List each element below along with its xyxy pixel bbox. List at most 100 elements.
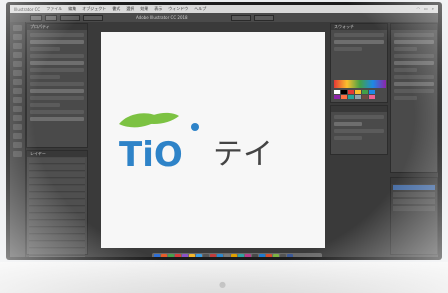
layer-row[interactable]	[29, 235, 85, 241]
appearance-row[interactable]	[30, 54, 84, 58]
direct-selection-tool-icon[interactable]	[13, 34, 22, 40]
dock-app-icon[interactable]	[231, 254, 237, 257]
stroke-width-field[interactable]	[60, 14, 80, 21]
dock-app-icon[interactable]	[224, 254, 230, 257]
dock-app-icon[interactable]	[168, 254, 174, 257]
appearance-row[interactable]	[334, 136, 362, 140]
font-size-field[interactable]	[394, 47, 417, 51]
color-swatch[interactable]	[369, 95, 375, 99]
layer-row[interactable]	[393, 192, 435, 198]
scale-field[interactable]	[394, 75, 434, 79]
quick-actions-row[interactable]	[30, 117, 84, 121]
baseline-field[interactable]	[394, 82, 434, 86]
zoom-tool-icon[interactable]	[13, 151, 22, 157]
dock-app-icon[interactable]	[154, 254, 160, 257]
color-swatch[interactable]	[355, 95, 361, 99]
layer-row[interactable]	[29, 221, 85, 227]
menu-item-app[interactable]: Illustrator CC	[14, 7, 40, 12]
dock-app-icon[interactable]	[203, 254, 209, 257]
layer-row[interactable]	[29, 186, 85, 192]
layer-row[interactable]	[393, 199, 435, 205]
brush-tool-icon[interactable]	[13, 79, 22, 85]
color-swatch[interactable]	[341, 90, 347, 94]
leading-field[interactable]	[394, 54, 434, 58]
font-family-field[interactable]	[394, 33, 434, 37]
layer-row[interactable]	[29, 172, 85, 178]
appearance-row[interactable]	[334, 129, 384, 133]
line-tool-icon[interactable]	[13, 61, 22, 67]
appearance-row[interactable]	[334, 122, 362, 126]
fill-swatch[interactable]	[30, 14, 42, 21]
menu-item-object[interactable]: オブジェクト	[82, 6, 106, 12]
layer-row-selected[interactable]	[393, 185, 435, 191]
search-icon[interactable]: ⌕	[432, 6, 434, 11]
color-swatch[interactable]	[362, 90, 368, 94]
transform-row[interactable]	[30, 33, 84, 37]
quick-actions-row[interactable]	[30, 96, 84, 100]
eyedropper-tool-icon[interactable]	[13, 133, 22, 139]
swatch-library-row[interactable]	[334, 33, 384, 37]
layer-row[interactable]	[29, 256, 85, 257]
dock-app-icon[interactable]	[210, 254, 216, 257]
tracking-field[interactable]	[394, 61, 434, 65]
language-field[interactable]	[394, 96, 417, 100]
type-tool-icon[interactable]	[13, 52, 22, 58]
menu-item-file[interactable]: ファイル	[46, 6, 62, 12]
quick-actions-row[interactable]	[30, 110, 84, 114]
dock-app-icon[interactable]	[273, 254, 279, 257]
swatch-library-row[interactable]	[334, 40, 384, 44]
menu-item-edit[interactable]: 編集	[68, 6, 76, 12]
selection-tool-icon[interactable]	[13, 25, 22, 31]
dock-app-icon[interactable]	[252, 254, 258, 257]
color-swatch[interactable]	[348, 90, 354, 94]
scale-tool-icon[interactable]	[13, 106, 22, 112]
battery-icon[interactable]: ▭	[424, 6, 428, 11]
artboard[interactable]: TiO テイ	[101, 32, 325, 248]
appearance-row[interactable]	[30, 68, 84, 72]
quick-actions-row[interactable]	[30, 103, 60, 107]
dock-app-icon[interactable]	[287, 254, 293, 257]
menu-item-select[interactable]: 選択	[126, 6, 134, 12]
color-swatch[interactable]	[341, 95, 347, 99]
layer-row[interactable]	[29, 158, 85, 164]
layer-row[interactable]	[29, 214, 85, 220]
menu-item-help[interactable]: ヘルプ	[194, 6, 206, 12]
transform-row[interactable]	[30, 47, 60, 51]
menu-item-view[interactable]: 表示	[154, 6, 162, 12]
dock-app-icon[interactable]	[245, 254, 251, 257]
layer-row[interactable]	[29, 193, 85, 199]
dock-app-icon[interactable]	[280, 254, 286, 257]
rotation-field[interactable]	[394, 89, 434, 93]
dock-app-icon[interactable]	[266, 254, 272, 257]
appearance-row[interactable]	[30, 61, 84, 65]
wifi-icon[interactable]: ◠	[416, 6, 420, 11]
font-style-field[interactable]	[394, 40, 434, 44]
color-spectrum[interactable]	[334, 80, 386, 88]
dock-app-icon[interactable]	[189, 254, 195, 257]
menu-item-type[interactable]: 書式	[112, 6, 120, 12]
hand-tool-icon[interactable]	[13, 142, 22, 148]
align-row[interactable]	[30, 89, 84, 93]
dock-app-icon[interactable]	[217, 254, 223, 257]
layer-row[interactable]	[29, 200, 85, 206]
layer-row[interactable]	[29, 242, 85, 248]
rectangle-tool-icon[interactable]	[13, 70, 22, 76]
dock-app-icon[interactable]	[259, 254, 265, 257]
color-swatch[interactable]	[348, 95, 354, 99]
gradient-tool-icon[interactable]	[13, 124, 22, 130]
color-swatch[interactable]	[334, 90, 340, 94]
align-row[interactable]	[30, 82, 84, 86]
dock-app-icon[interactable]	[238, 254, 244, 257]
layer-row[interactable]	[29, 228, 85, 234]
shape-builder-tool-icon[interactable]	[13, 115, 22, 121]
color-swatch[interactable]	[362, 95, 368, 99]
appearance-row[interactable]	[334, 115, 384, 119]
layer-row[interactable]	[29, 207, 85, 213]
stroke-swatch[interactable]	[45, 14, 57, 21]
swatch-library-row[interactable]	[334, 47, 362, 51]
dock-app-icon[interactable]	[182, 254, 188, 257]
rotate-tool-icon[interactable]	[13, 97, 22, 103]
layer-row[interactable]	[29, 165, 85, 171]
pen-tool-icon[interactable]	[13, 43, 22, 49]
layer-row[interactable]	[29, 179, 85, 185]
